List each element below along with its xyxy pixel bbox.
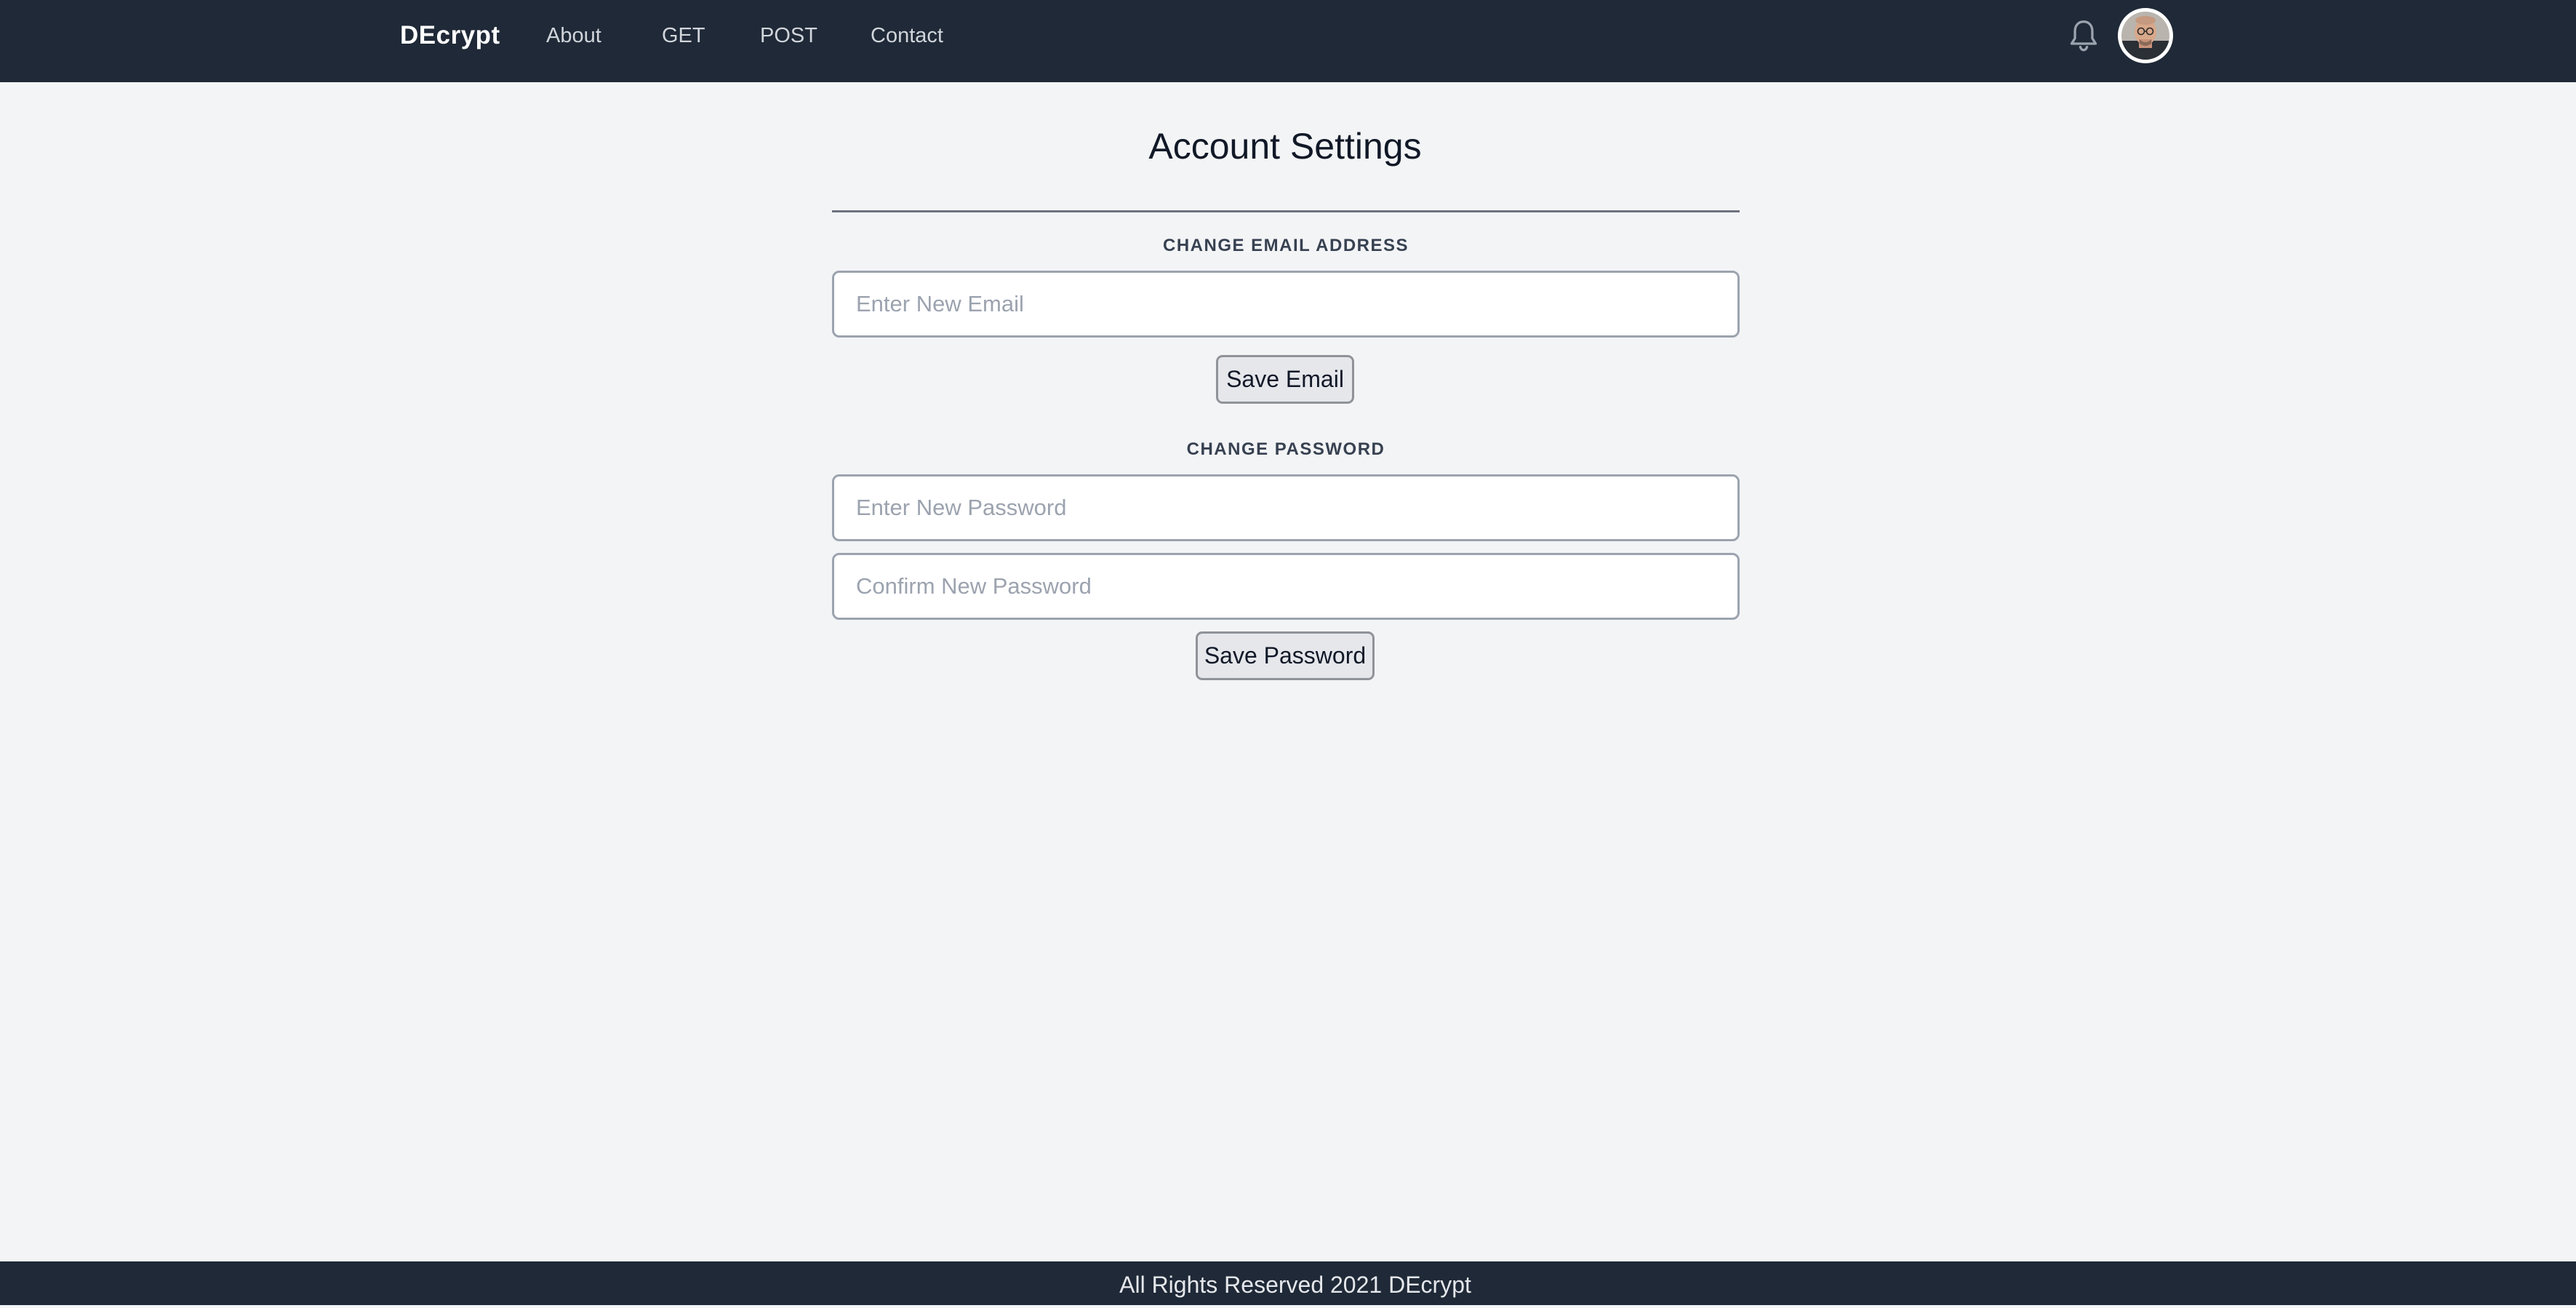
title-divider xyxy=(832,210,1740,212)
page-title: Account Settings xyxy=(1148,126,1422,167)
brand-logo-link[interactable]: DEcrypt xyxy=(400,0,500,71)
save-password-button[interactable]: Save Password xyxy=(1196,631,1375,680)
new-password-input[interactable] xyxy=(832,474,1740,541)
nav-link-about[interactable]: About xyxy=(546,0,601,71)
confirm-password-input[interactable] xyxy=(832,553,1740,620)
user-avatar xyxy=(2121,12,2169,60)
new-email-input[interactable] xyxy=(832,271,1740,338)
top-navbar: DEcrypt About GET POST Contact xyxy=(0,0,2576,82)
user-avatar-button[interactable] xyxy=(2118,8,2173,63)
page-footer: All Rights Reserved 2021 DEcrypt xyxy=(0,1261,2576,1305)
change-password-label: CHANGE PASSWORD xyxy=(1186,439,1385,459)
change-email-label: CHANGE EMAIL ADDRESS xyxy=(1162,236,1409,255)
nav-link-post[interactable]: POST xyxy=(760,0,817,71)
save-email-button[interactable]: Save Email xyxy=(1216,355,1354,404)
nav-link-contact[interactable]: Contact xyxy=(871,0,943,71)
footer-copyright: All Rights Reserved 2021 DEcrypt xyxy=(1119,1272,1471,1298)
nav-link-get[interactable]: GET xyxy=(662,0,705,71)
bell-icon[interactable] xyxy=(2068,18,2100,53)
